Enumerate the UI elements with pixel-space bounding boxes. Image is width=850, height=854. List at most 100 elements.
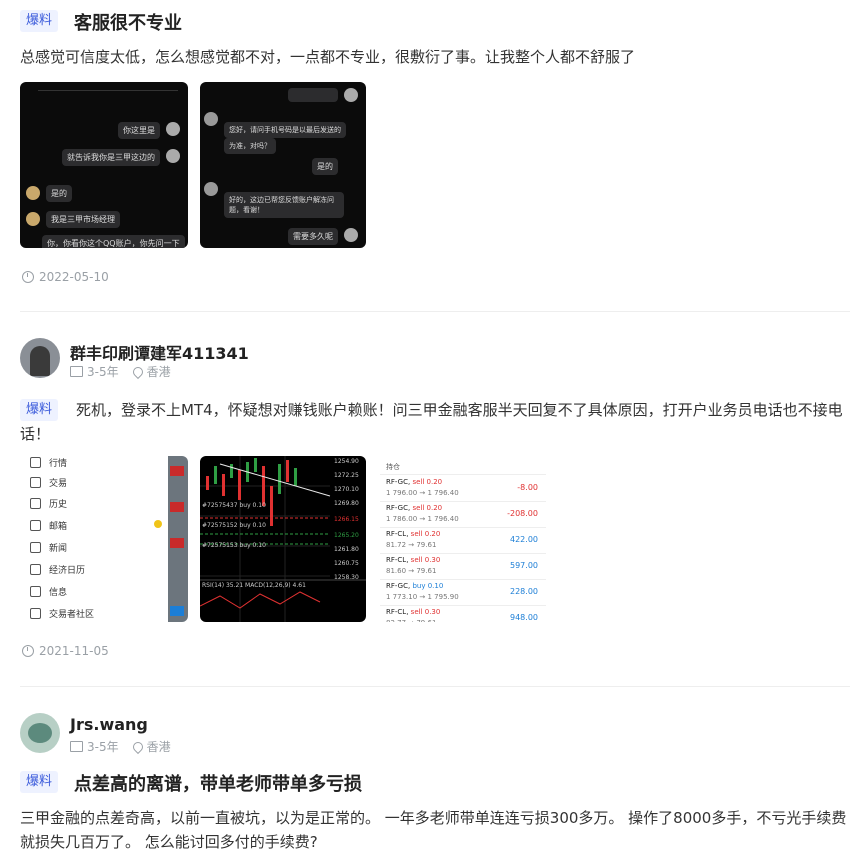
price-label: 1272.25 [334, 472, 359, 479]
position-side: sell 0.30 [410, 556, 441, 564]
menu-item: 历史 [30, 497, 67, 510]
position-symbol: RF-GC, sell 0.20 [386, 504, 442, 512]
position-symbol-text: RF-GC, [386, 582, 411, 590]
chat-bubble: 为准，对吗？ [224, 138, 276, 154]
menu-item: 交易 [30, 476, 67, 489]
screenshot-thumbnail-menu[interactable]: 行情 交易 历史 邮箱 新闻 经济日历 信息 交易者社区 [20, 456, 188, 622]
chat-avatar [204, 182, 218, 196]
post-title[interactable]: 客服很不专业 [74, 9, 182, 35]
location-pin-icon [130, 739, 145, 754]
menu-item-label: 信息 [49, 588, 68, 598]
avatar[interactable] [20, 338, 60, 378]
position-symbol-text: RF-GC, [386, 504, 411, 512]
menu-icon [30, 498, 41, 509]
screenshot-thumbnail-chat-1[interactable]: 你这里是 就告诉我你是三甲这边的 是的 我是三甲市场经理 你，你看你这个QQ账户… [20, 82, 188, 248]
candle [254, 458, 257, 472]
price-label: 1269.80 [334, 500, 359, 507]
menu-item: 交易者社区 [30, 607, 94, 620]
order-label: #72575152 buy 0.10 [202, 522, 266, 529]
position-prices: 1 796.00 → 1 796.40 [386, 489, 459, 497]
menu-item-label: 邮箱 [49, 522, 68, 532]
location-label: 香港 [146, 740, 171, 754]
price-label: 1270.10 [334, 486, 359, 493]
position-pnl: 422.00 [510, 535, 538, 544]
position-symbol: RF-CL, sell 0.30 [386, 556, 440, 564]
post-date-text: 2021-11-05 [39, 644, 109, 658]
position-pnl: -8.00 [517, 483, 538, 492]
clock-icon [22, 645, 34, 657]
position-row: RF-GC, sell 0.20 1 796.00 → 1 796.40 -8.00 [380, 475, 546, 502]
side-panel-edge [168, 456, 188, 622]
clock-icon [22, 271, 34, 283]
menu-item-label: 交易者社区 [49, 610, 95, 620]
position-pnl: -208.00 [507, 509, 538, 518]
chat-bubble: 是的 [312, 158, 338, 175]
position-row: RF-CL, sell 0.30 82.77 → 79.61 948.00 [380, 605, 546, 622]
chat-bubble: 我是三甲市场经理 [46, 211, 120, 228]
position-symbol-text: RF-CL, [386, 530, 409, 538]
location-label: 香港 [146, 365, 171, 379]
price-label: 1258.30 [334, 574, 359, 581]
price-label: 1266.15 [334, 516, 359, 523]
price-label: 1265.20 [334, 532, 359, 539]
chat-bubble: 您好，请问手机号码是以最后发送的 [224, 122, 346, 138]
avatar-figure [30, 346, 50, 376]
position-row: RF-CL, sell 0.30 81.60 → 79.61 597.00 [380, 553, 546, 580]
user-meta: 3-5年 香港 [70, 738, 171, 755]
candle [222, 474, 225, 496]
candle [230, 464, 233, 478]
position-prices: 82.77 → 79.61 [386, 619, 436, 622]
post-title[interactable]: 点差高的离谱，带单老师带单多亏损 [74, 770, 362, 796]
menu-item-label: 交易 [49, 479, 68, 489]
screenshot-thumbnail-positions[interactable]: 持仓 RF-GC, sell 0.20 1 796.00 → 1 796.40 -8… [380, 456, 546, 622]
position-symbol-text: RF-GC, [386, 478, 411, 486]
position-symbol: RF-CL, sell 0.20 [386, 530, 440, 538]
chat-avatar [26, 212, 40, 226]
candle [286, 460, 289, 482]
experience-label: 3-5年 [87, 740, 119, 754]
candle [214, 466, 217, 484]
post-tag: 爆料 [20, 10, 59, 32]
order-label: #72575437 buy 0.10 [202, 502, 266, 509]
screenshot-thumbnail-chat-2[interactable]: 您好，请问手机号码是以最后发送的 为准，对吗？ 是的 好的，这边已帮您反馈账户解… [200, 82, 366, 248]
trend-line [219, 463, 331, 497]
experience-label: 3-5年 [87, 365, 119, 379]
edge-marker [170, 538, 184, 548]
position-symbol-text: RF-CL, [386, 556, 409, 564]
menu-icon [30, 564, 41, 575]
position-symbol: RF-CL, sell 0.30 [386, 608, 440, 616]
post-date: 2021-11-05 [22, 644, 109, 658]
menu-item: 信息 [30, 585, 67, 598]
candle [262, 466, 265, 506]
menu-icon [30, 608, 41, 619]
id-card-icon [70, 741, 83, 752]
chat-avatar [344, 228, 358, 242]
chat-bubble: 是的 [46, 185, 72, 202]
chat-bubble: 你，你看你这个QQ账户，你先问一下 [42, 235, 185, 248]
chat-avatar [166, 122, 180, 136]
menu-item: 经济日历 [30, 563, 85, 576]
menu-item: 新闻 [30, 541, 67, 554]
position-symbol: RF-GC, sell 0.20 [386, 478, 442, 486]
chat-avatar [344, 88, 358, 102]
positions-list: RF-GC, sell 0.20 1 796.00 → 1 796.40 -8.00… [380, 475, 546, 622]
menu-item-label: 经济日历 [49, 566, 86, 576]
menu-icon [30, 520, 41, 531]
chat-bubble [288, 88, 338, 102]
menu-item-label: 历史 [49, 500, 68, 510]
avatar[interactable] [20, 713, 60, 753]
candle [278, 464, 281, 494]
position-side: sell 0.20 [412, 504, 443, 512]
post-date-text: 2022-05-10 [39, 270, 109, 284]
edge-marker [170, 606, 184, 616]
screenshot-thumbnail-chart[interactable]: 1254.90 1272.25 1270.10 1269.80 1266.15 … [200, 456, 366, 622]
username[interactable]: Jrs.wang [70, 715, 148, 734]
username[interactable]: 群丰印刷谭建军411341 [70, 340, 249, 364]
position-side: buy 0.10 [412, 582, 444, 590]
position-side: sell 0.30 [410, 608, 441, 616]
candle [270, 486, 273, 526]
post-date: 2022-05-10 [22, 270, 109, 284]
chat-avatar [26, 186, 40, 200]
user-meta: 3-5年 香港 [70, 363, 171, 380]
position-side: sell 0.20 [412, 478, 443, 486]
